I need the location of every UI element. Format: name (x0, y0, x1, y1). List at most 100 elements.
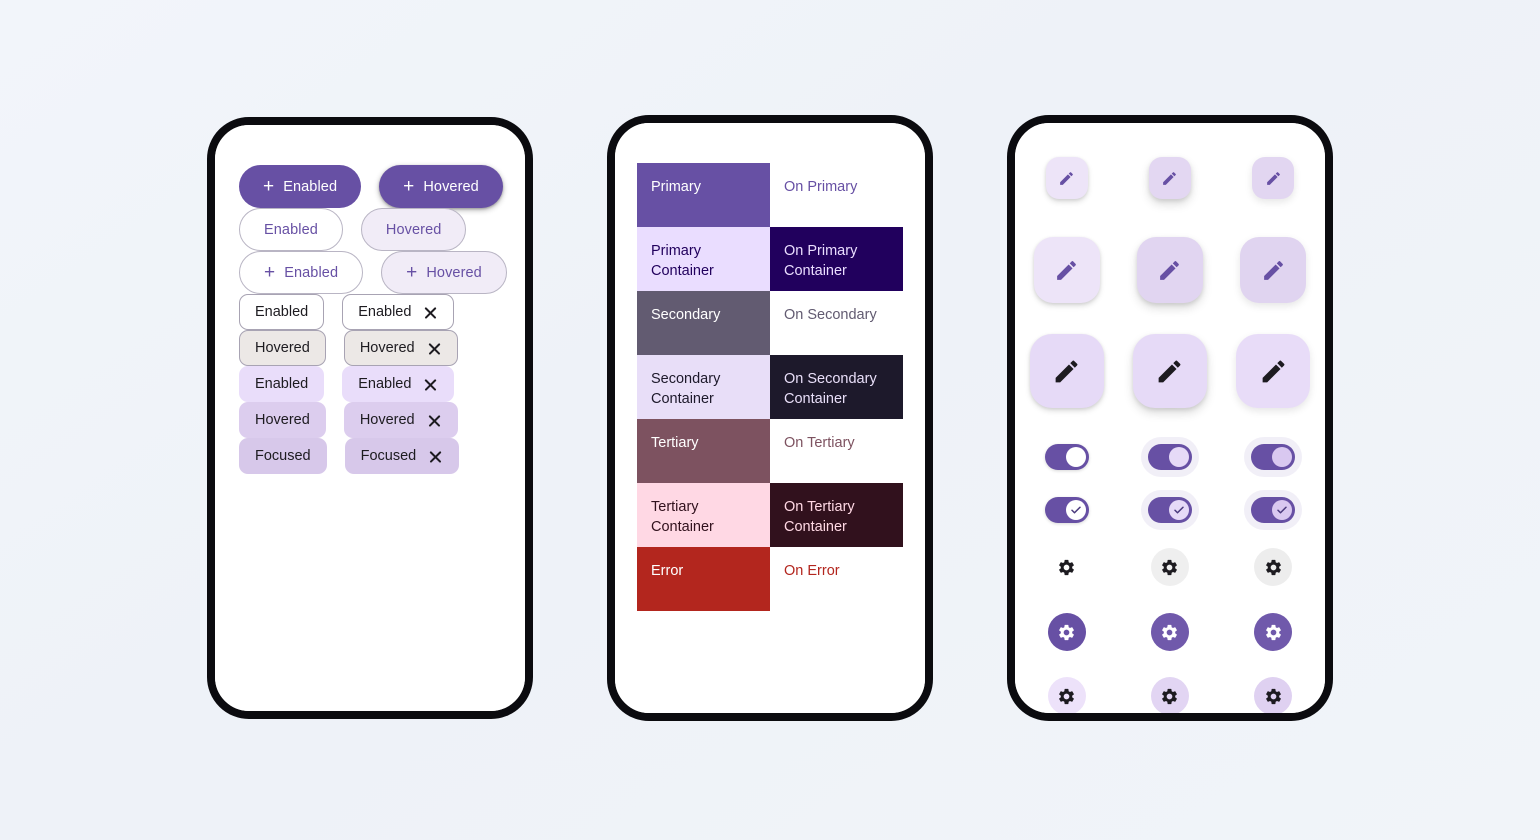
gear-icon (1057, 558, 1076, 577)
swatch-role-label: Secondary (637, 291, 770, 355)
edit-pencil-icon (1265, 170, 1282, 187)
filled-chip-hovered[interactable]: Hovered (239, 402, 326, 438)
plus-icon: + (263, 176, 275, 197)
components-list (1015, 123, 1325, 713)
fab-md[interactable] (1136, 237, 1203, 303)
icon-button[interactable] (1254, 613, 1293, 651)
plus-icon: + (406, 262, 418, 283)
color-swatch-row: Error On Error (637, 547, 903, 611)
icon-button[interactable] (1047, 613, 1086, 651)
fab-md[interactable] (1033, 237, 1100, 303)
filled-chip-hovered-with-close[interactable]: Hovered (343, 402, 458, 438)
outlined-chip-hovered[interactable]: Hovered (239, 330, 326, 366)
close-icon[interactable] (423, 305, 438, 320)
gear-icon (1160, 558, 1179, 577)
outlined-button-enabled[interactable]: Enabled (239, 208, 343, 251)
close-icon[interactable] (427, 341, 442, 356)
button-label: Enabled (264, 221, 318, 238)
filled-chips-focused-row: Focused Focused (239, 438, 525, 474)
edit-pencil-icon (1058, 170, 1075, 187)
filled-button-enabled-with-icon[interactable]: + Enabled (239, 165, 362, 208)
filled-buttons-row: + Enabled + Hovered (239, 165, 525, 208)
switch-thumb (1272, 500, 1293, 520)
color-swatch-row: Tertiary On Tertiary (637, 419, 903, 483)
close-icon[interactable] (427, 413, 442, 428)
chip-label: Focused (360, 448, 417, 464)
close-icon[interactable] (423, 377, 438, 392)
check-icon (1070, 504, 1082, 516)
chip-label: Hovered (359, 340, 415, 356)
button-label: Enabled (284, 264, 339, 281)
icon-button[interactable] (1150, 613, 1189, 651)
gear-icon (1264, 558, 1283, 577)
swatch-role-label: Error (637, 547, 770, 611)
chip-label: Enabled (358, 376, 412, 392)
outlined-chip-enabled[interactable]: Enabled (239, 294, 325, 330)
color-swatch-row: Tertiary Container On Tertiary Container (637, 483, 903, 547)
outlined-button-hovered[interactable]: Hovered (360, 208, 467, 251)
switch-thumb (1168, 500, 1189, 520)
phone-2-screen: Primary On Primary Primary Container On Pri… (615, 123, 925, 713)
button-label: Enabled (283, 178, 338, 195)
fab-lg[interactable] (1029, 334, 1104, 408)
fab-lg[interactable] (1132, 334, 1207, 408)
gear-icon (1057, 687, 1076, 706)
switch-thumb (1065, 447, 1086, 467)
outlined-chip-hovered-with-close[interactable]: Hovered (343, 330, 458, 366)
switch-toggle[interactable] (1044, 497, 1089, 523)
icon-button[interactable] (1150, 677, 1189, 713)
switch-toggle[interactable] (1251, 444, 1296, 470)
color-swatch-row: Secondary Container On Secondary Containe… (637, 355, 903, 419)
switch-toggle[interactable] (1044, 444, 1089, 470)
swatch-on-role-label: On Tertiary (770, 419, 903, 483)
filled-chip-focused[interactable]: Focused (239, 438, 327, 474)
swatch-on-role-label: On Error (770, 547, 903, 611)
icon-button[interactable] (1048, 548, 1086, 586)
fab-md[interactable] (1240, 237, 1307, 303)
edit-pencil-icon (1052, 357, 1081, 386)
chip-label: Hovered (255, 412, 310, 428)
close-icon[interactable] (428, 449, 443, 464)
switch-toggle[interactable] (1147, 497, 1192, 523)
switch-thumb (1272, 447, 1293, 467)
fab-sm[interactable] (1045, 157, 1088, 199)
outlined-button-hovered-with-icon[interactable]: + Hovered (381, 251, 507, 294)
icon-button[interactable] (1254, 677, 1293, 713)
plus-icon: + (403, 176, 415, 197)
chip-label: Focused (255, 448, 311, 464)
phone-1-screen: + Enabled + Hovered Enabled Hovered + Enabled + H… (215, 125, 525, 711)
tonal-icon-button-row (1015, 677, 1325, 713)
swatch-on-role-label: On Primary Container (770, 227, 903, 291)
swatch-on-role-label: On Tertiary Container (770, 483, 903, 547)
edit-pencil-icon (1161, 170, 1178, 187)
edit-pencil-icon (1261, 258, 1286, 283)
filled-chip-enabled-with-close[interactable]: Enabled (342, 366, 455, 402)
filled-button-hovered-with-icon[interactable]: + Hovered (379, 165, 503, 208)
swatch-on-role-label: On Primary (770, 163, 903, 227)
phone-3-screen (1015, 123, 1325, 713)
icon-button[interactable] (1150, 548, 1189, 586)
phone-frame-components (1007, 115, 1333, 721)
outlined-button-enabled-with-icon[interactable]: + Enabled (239, 251, 364, 294)
filled-chip-focused-with-close[interactable]: Focused (344, 438, 460, 474)
chip-label: Enabled (255, 376, 309, 392)
outlined-chip-enabled-with-close[interactable]: Enabled (342, 294, 455, 330)
fab-sm[interactable] (1148, 157, 1191, 199)
switch-thumb (1168, 447, 1189, 467)
fab-lg[interactable] (1236, 334, 1311, 408)
switch-thumb (1065, 500, 1086, 520)
outlined-icon-buttons-row: + Enabled + Hovered (239, 251, 525, 294)
phone-frame-colors: Primary On Primary Primary Container On Pri… (607, 115, 933, 721)
fab-sm[interactable] (1252, 157, 1295, 199)
color-swatch-row: Primary On Primary (637, 163, 903, 227)
filled-chip-enabled[interactable]: Enabled (239, 366, 325, 402)
filled-chips-hovered-row: Hovered Hovered (239, 402, 525, 438)
swatch-on-role-label: On Secondary (770, 291, 903, 355)
icon-button[interactable] (1254, 548, 1293, 586)
switch-toggle[interactable] (1251, 497, 1296, 523)
switch-toggle[interactable] (1147, 444, 1192, 470)
icon-button[interactable] (1047, 677, 1086, 713)
swatch-role-label: Tertiary (637, 419, 770, 483)
outlined-chips-enabled-row: Enabled Enabled (239, 294, 525, 330)
button-label: Hovered (385, 221, 442, 238)
